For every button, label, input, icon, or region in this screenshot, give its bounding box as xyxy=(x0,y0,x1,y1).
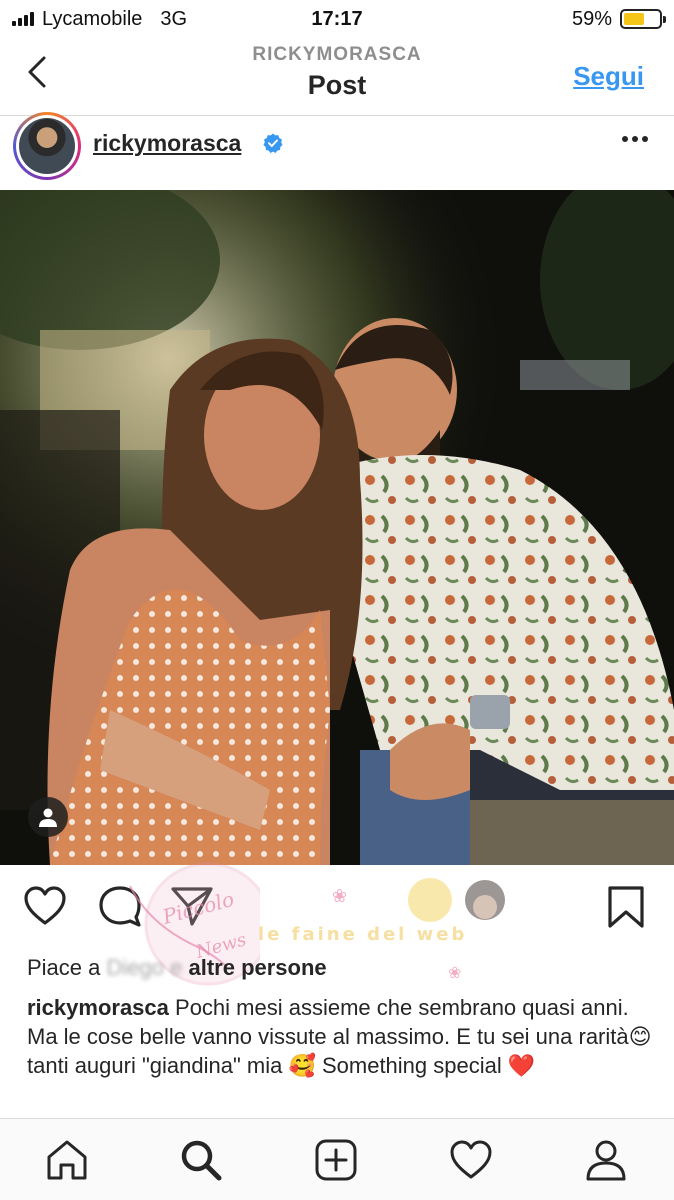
bookmark-icon xyxy=(608,886,644,928)
activity-heart-icon xyxy=(450,1140,492,1179)
add-post-icon xyxy=(315,1139,357,1181)
battery-indicator: 59% xyxy=(571,7,666,31)
tab-profile[interactable] xyxy=(583,1137,629,1183)
avatar-image xyxy=(19,118,75,174)
like-button[interactable] xyxy=(23,885,67,932)
post-photo-image xyxy=(0,190,674,865)
search-icon xyxy=(181,1140,222,1181)
save-button[interactable] xyxy=(606,885,646,934)
user-tag-icon xyxy=(39,808,57,827)
battery-icon xyxy=(620,9,666,29)
more-options-button[interactable] xyxy=(622,136,648,142)
follow-button[interactable]: Segui xyxy=(573,61,644,92)
red-heart-emoji: ❤️ xyxy=(507,1053,536,1078)
bottom-tab-bar xyxy=(0,1118,674,1200)
caption-username[interactable]: rickymorasca xyxy=(27,995,169,1020)
tag-people-button[interactable] xyxy=(28,797,68,837)
status-bar: Lycamobile 3G 17:17 59% xyxy=(0,0,674,38)
battery-fill xyxy=(624,13,645,25)
tab-activity[interactable] xyxy=(448,1137,494,1183)
carrier-name: Lycamobile xyxy=(42,7,143,30)
paper-plane-icon xyxy=(171,887,213,926)
battery-percent: 59% xyxy=(571,7,612,30)
profile-icon xyxy=(586,1140,626,1181)
comment-icon xyxy=(99,886,141,927)
smiling-hearts-emoji: 🥰 xyxy=(288,1053,316,1078)
tab-new-post[interactable] xyxy=(313,1137,359,1183)
network-type: 3G xyxy=(160,7,188,30)
caption-text-3: Something special xyxy=(315,1053,508,1078)
heart-icon xyxy=(24,886,66,925)
smile-emoji: 😊 xyxy=(628,1024,652,1049)
post-header: rickymorasca xyxy=(0,112,674,190)
verified-badge-icon xyxy=(263,133,283,153)
comment-button[interactable] xyxy=(98,885,142,932)
likes-count[interactable]: Piace a Diego e altre persone xyxy=(27,955,327,981)
tab-home[interactable] xyxy=(44,1137,90,1183)
share-button[interactable] xyxy=(170,885,214,932)
more-horizontal-icon xyxy=(622,136,628,142)
post-photo[interactable] xyxy=(0,190,674,865)
post-username[interactable]: rickymorasca xyxy=(93,130,241,157)
navigation-header: RICKYMORASCA Post Segui xyxy=(0,38,674,116)
post-actions xyxy=(0,865,674,955)
signal-icon xyxy=(12,12,34,26)
post-caption: rickymorasca Pochi mesi assieme che semb… xyxy=(27,993,657,1080)
likes-suffix: altre persone xyxy=(188,955,327,980)
caption-text-2: tanti auguri "giandina" mia xyxy=(27,1053,289,1078)
svg-text:❀: ❀ xyxy=(448,965,461,980)
likes-hidden-users: Diego e xyxy=(106,955,183,980)
home-icon xyxy=(47,1140,87,1180)
avatar[interactable] xyxy=(13,112,81,180)
tab-search[interactable] xyxy=(178,1137,224,1183)
likes-prefix: Piace a xyxy=(27,955,101,980)
